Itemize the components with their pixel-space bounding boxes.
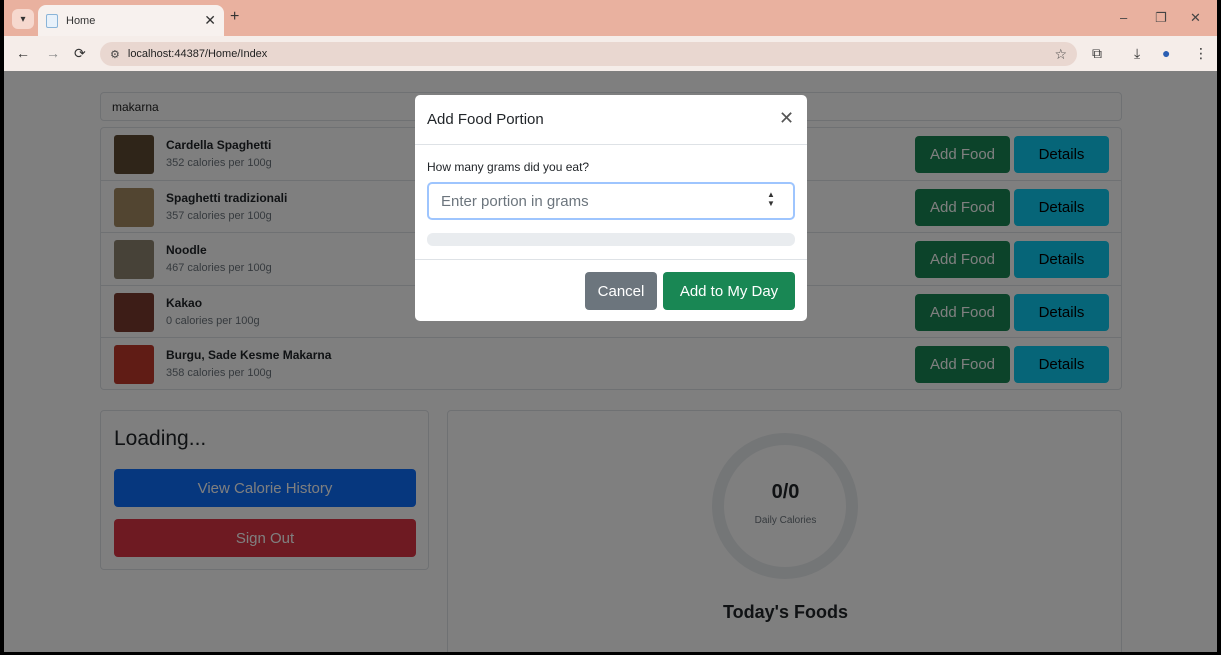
modal-title: Add Food Portion <box>427 111 544 128</box>
minimize-icon[interactable]: – <box>1120 10 1127 25</box>
extensions-icon[interactable]: ⧉ <box>1092 45 1102 62</box>
page-content: makarna Cardella Spaghetti 352 calories … <box>4 71 1217 652</box>
download-icon[interactable]: ⤓ <box>1134 45 1140 62</box>
browser-menu-icon[interactable]: ⋮ <box>1194 45 1208 62</box>
browser-window: ▾ Home ✕ + – ❐ ✕ ← → ⟳ ⚙ localhost:44387… <box>4 0 1217 652</box>
window-close-icon[interactable]: ✕ <box>1190 10 1201 26</box>
new-tab-icon[interactable]: + <box>230 8 239 26</box>
modal-header: Add Food Portion ✕ <box>415 95 807 145</box>
url-text[interactable]: localhost:44387/Home/Index <box>128 48 1055 60</box>
tab-close-icon[interactable]: ✕ <box>204 12 216 29</box>
forward-icon[interactable]: → <box>46 45 60 61</box>
cancel-button[interactable]: Cancel <box>585 272 657 310</box>
tab-title: Home <box>66 14 96 27</box>
reload-icon[interactable]: ⟳ <box>74 45 86 62</box>
tab-bar: ▾ Home ✕ + – ❐ ✕ <box>4 0 1217 36</box>
portion-progress-bar <box>427 233 795 246</box>
add-to-my-day-button[interactable]: Add to My Day <box>663 272 795 310</box>
address-bar: ← → ⟳ ⚙ localhost:44387/Home/Index ☆ ⧉ ⤓… <box>4 36 1217 71</box>
number-spinner-icon[interactable]: ▲ ▼ <box>767 190 775 208</box>
tab-search-button[interactable]: ▾ <box>12 9 34 29</box>
modal-footer: Cancel Add to My Day <box>415 259 807 321</box>
site-info-icon[interactable]: ⚙ <box>110 48 120 61</box>
back-icon[interactable]: ← <box>16 45 30 61</box>
modal-close-icon[interactable]: ✕ <box>779 108 794 129</box>
portion-prompt-label: How many grams did you eat? <box>427 160 590 174</box>
add-food-portion-modal: Add Food Portion ✕ How many grams did yo… <box>415 95 807 321</box>
portion-grams-input[interactable] <box>427 182 795 220</box>
tab-home[interactable]: Home ✕ <box>38 5 224 36</box>
page-favicon-icon <box>46 13 58 28</box>
bookmark-star-icon[interactable]: ☆ <box>1054 46 1067 63</box>
url-omnibox[interactable]: ⚙ localhost:44387/Home/Index ☆ <box>100 42 1077 66</box>
profile-avatar-icon[interactable]: ● <box>1162 45 1170 61</box>
restore-icon[interactable]: ❐ <box>1155 10 1167 26</box>
